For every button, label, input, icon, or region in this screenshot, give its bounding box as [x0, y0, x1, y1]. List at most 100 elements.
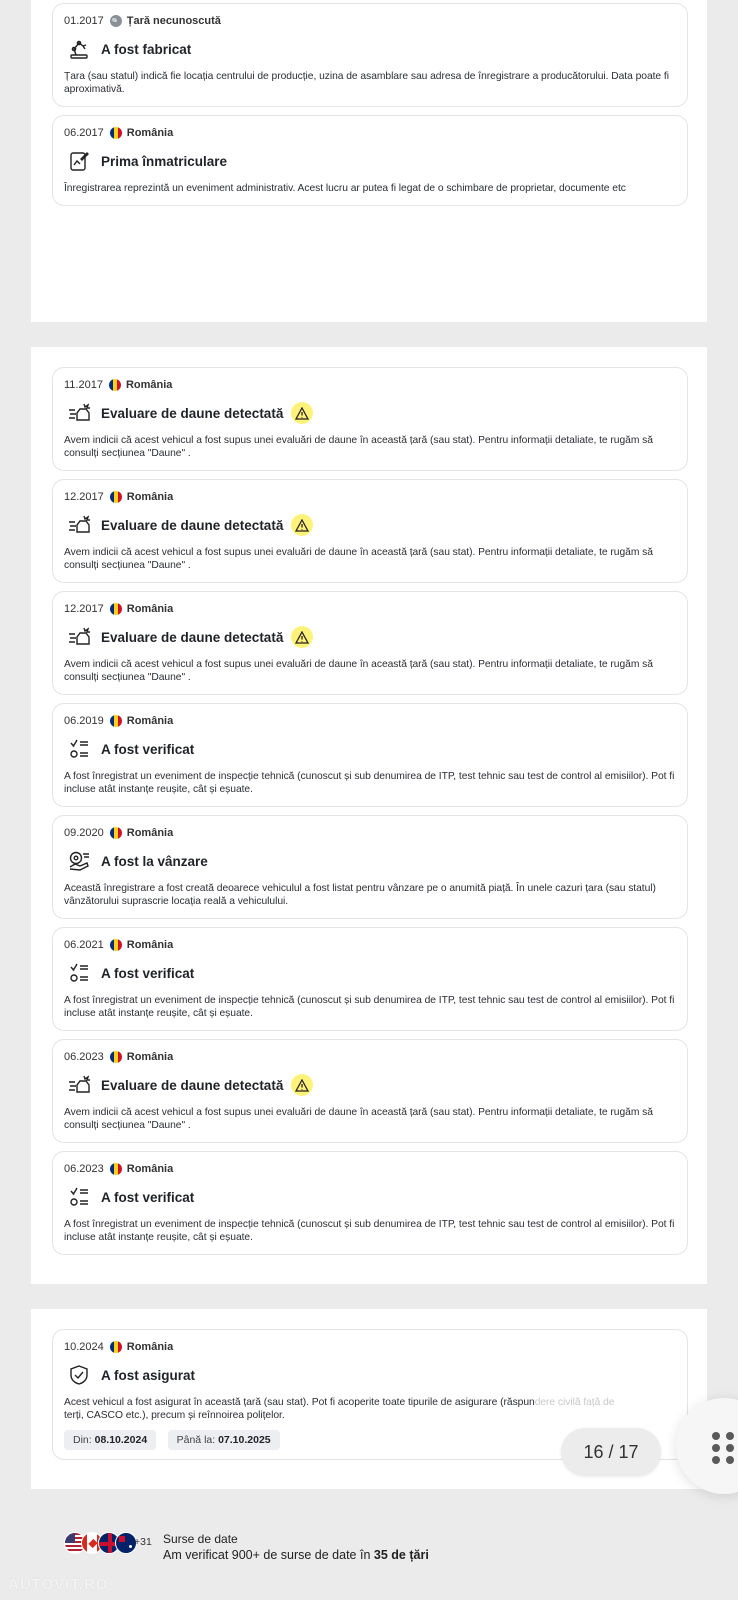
- checklist-icon: [66, 1184, 92, 1210]
- event-header: 10.2024 România: [64, 1339, 676, 1355]
- romania-flag-icon: [109, 1341, 122, 1353]
- event-country: România: [125, 379, 173, 391]
- event-title-row: A fost verificat: [64, 1183, 676, 1211]
- sources-desc-bold: 35 de țări: [373, 1548, 429, 1562]
- event-card: 09.2020 România A fost la vânzare Aceast…: [52, 815, 688, 919]
- event-title-row: Evaluare de daune detectată: [64, 511, 676, 539]
- romania-flag-icon: [109, 939, 122, 951]
- event-country: România: [126, 939, 174, 951]
- event-card: 06.2019 România A fost verificat A fost …: [52, 703, 688, 807]
- event-card: 06.2023 România A fost verificat A fost …: [52, 1151, 688, 1255]
- history-panel-1: 01.2017 Țară necunoscută A fost fabricat…: [31, 0, 707, 322]
- event-description: Avem indicii că acest vehicul a fost sup…: [64, 547, 653, 571]
- event-date: 06.2023: [64, 1163, 104, 1175]
- event-date: 12.2017: [64, 603, 104, 615]
- event-description: Această înregistrare a fost creată deoar…: [64, 883, 656, 907]
- event-title-row: A fost fabricat: [64, 35, 676, 63]
- to-label: Până la:: [176, 1434, 216, 1446]
- event-title-row: Prima înmatriculare: [64, 147, 676, 175]
- dots-grid-icon: [712, 1432, 736, 1464]
- car-damage-icon: [66, 1072, 92, 1098]
- event-date: 06.2021: [64, 939, 104, 951]
- event-header: 06.2019 România: [64, 713, 676, 729]
- event-title-row: Evaluare de daune detectată: [64, 1071, 676, 1099]
- extra-countries-count: +31: [134, 1536, 152, 1548]
- event-description: Avem indicii că acest vehicul a fost sup…: [64, 659, 653, 683]
- car-damage-icon: [66, 624, 92, 650]
- description-main: Acest vehicul a fost asigurat în această…: [64, 1397, 535, 1408]
- event-country: România: [126, 715, 174, 727]
- event-title: Evaluare de daune detectată: [101, 629, 284, 645]
- event-title-row: Evaluare de daune detectată: [64, 399, 676, 427]
- history-panel-2: 11.2017 România Evaluare de daune detect…: [31, 347, 707, 1284]
- event-description: Înregistrarea reprezintă un eveniment ad…: [64, 183, 626, 194]
- insurance-to-pill: Până la: 07.10.2025: [167, 1430, 280, 1450]
- event-header: 06.2017 România: [64, 125, 676, 141]
- event-card: 06.2023 România Evaluare de daune detect…: [52, 1039, 688, 1143]
- warning-icon: [291, 626, 314, 648]
- event-description: Avem indicii că acest vehicul a fost sup…: [64, 1107, 653, 1131]
- romania-flag-icon: [109, 603, 122, 615]
- checklist-icon: [66, 960, 92, 986]
- registration-document-icon: [66, 148, 92, 174]
- event-card: 11.2017 România Evaluare de daune detect…: [52, 367, 688, 471]
- event-country: România: [126, 1341, 174, 1353]
- event-date: 11.2017: [64, 379, 103, 391]
- event-title: Evaluare de daune detectată: [101, 1077, 284, 1093]
- event-date: 06.2019: [64, 715, 104, 727]
- event-date: 06.2023: [64, 1051, 104, 1063]
- sources-desc-prefix: Am verificat 900+ de surse de date în: [163, 1548, 371, 1562]
- checklist-icon: [66, 736, 92, 762]
- event-card: 12.2017 România Evaluare de daune detect…: [52, 591, 688, 695]
- event-country: România: [126, 603, 174, 615]
- romania-flag-icon: [109, 827, 122, 839]
- event-title-row: A fost asigurat: [64, 1361, 676, 1389]
- event-title: A fost fabricat: [101, 41, 192, 57]
- event-description: Acest vehicul a fost asigurat în această…: [64, 1397, 676, 1422]
- event-title-row: A fost verificat: [64, 735, 676, 763]
- car-damage-icon: [66, 512, 92, 538]
- event-country: România: [126, 127, 174, 139]
- globe-icon: [109, 15, 122, 27]
- warning-icon: [291, 1074, 314, 1096]
- event-date: 09.2020: [64, 827, 104, 839]
- event-date: 10.2024: [64, 1341, 104, 1353]
- event-title: Prima înmatriculare: [101, 153, 228, 169]
- event-card: 01.2017 Țară necunoscută A fost fabricat…: [52, 3, 688, 107]
- sources-title: Surse de date: [163, 1532, 238, 1546]
- event-header: 06.2023 România: [64, 1049, 676, 1065]
- event-description: A fost înregistrat un eveniment de inspe…: [64, 1219, 675, 1243]
- event-description: A fost înregistrat un eveniment de inspe…: [64, 995, 675, 1019]
- event-header: 12.2017 România: [64, 489, 676, 505]
- event-country: România: [126, 1163, 174, 1175]
- warning-icon: [291, 402, 314, 424]
- event-title-row: A fost la vânzare: [64, 847, 676, 875]
- event-date: 12.2017: [64, 491, 104, 503]
- event-country: România: [126, 1051, 174, 1063]
- description-tail: terți, CASCO etc.), precum și reînnoirea…: [64, 1409, 285, 1421]
- romania-flag-icon: [109, 127, 122, 139]
- event-date: 01.2017: [64, 15, 104, 27]
- event-title: Evaluare de daune detectată: [101, 517, 284, 533]
- event-country: România: [126, 827, 174, 839]
- event-description: Avem indicii că acest vehicul a fost sup…: [64, 435, 653, 459]
- autovit-watermark: AUTOVIT.RO: [8, 1576, 109, 1593]
- event-card: 12.2017 România Evaluare de daune detect…: [52, 479, 688, 583]
- event-country: România: [126, 491, 174, 503]
- event-title: Evaluare de daune detectată: [101, 405, 284, 421]
- event-country: Țară necunoscută: [126, 15, 221, 27]
- from-value: 08.10.2024: [94, 1434, 148, 1446]
- romania-flag-icon: [108, 379, 121, 391]
- event-header: 09.2020 România: [64, 825, 676, 841]
- event-title: A fost verificat: [101, 1189, 195, 1205]
- event-title: A fost verificat: [101, 741, 195, 757]
- romania-flag-icon: [109, 1051, 122, 1063]
- romania-flag-icon: [109, 1163, 122, 1175]
- page-counter: 16 / 17: [561, 1428, 661, 1476]
- event-date: 06.2017: [64, 127, 104, 139]
- description-faded: dere civilă față de: [534, 1397, 615, 1408]
- event-card: 06.2017 România Prima înmatriculare Înre…: [52, 115, 688, 206]
- event-description: A fost înregistrat un eveniment de inspe…: [64, 771, 675, 795]
- romania-flag-icon: [109, 491, 122, 503]
- for-sale-icon: [66, 848, 92, 874]
